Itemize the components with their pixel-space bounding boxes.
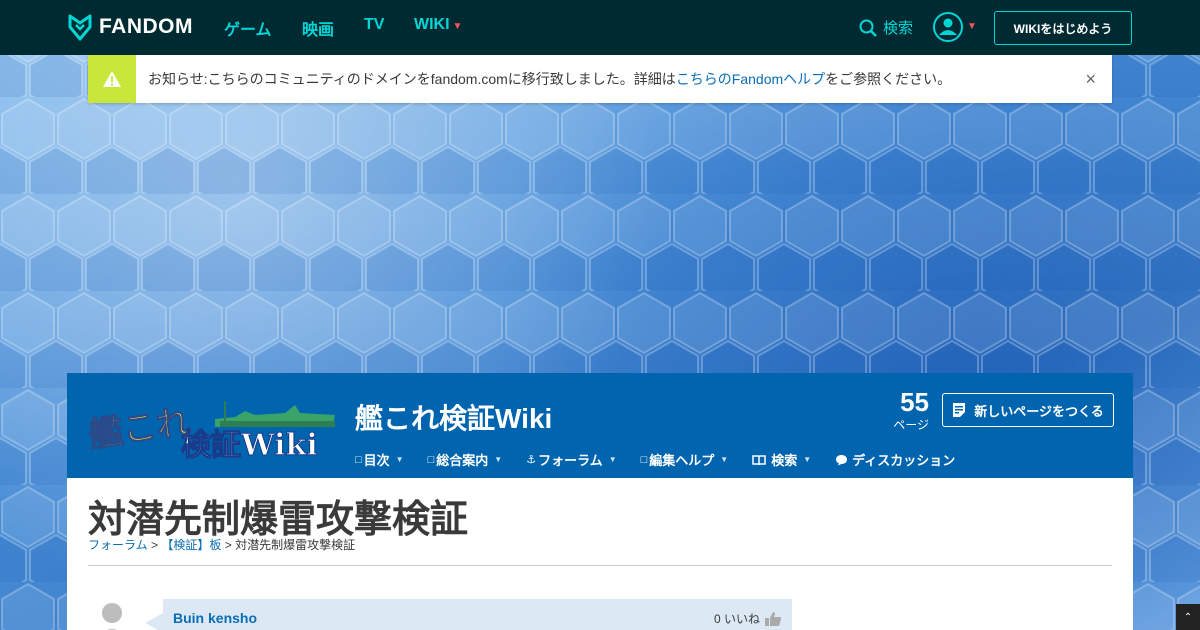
breadcrumb-separator: > bbox=[224, 538, 232, 552]
box-icon: □ bbox=[640, 453, 648, 466]
wiki-nav-edit-help-label: 編集ヘルプ bbox=[649, 453, 715, 468]
wiki-nav-search-label: 検索 bbox=[771, 453, 798, 468]
book-icon bbox=[752, 454, 766, 465]
chevron-down-icon: ▼ bbox=[803, 455, 812, 464]
wiki-nav-guide[interactable]: □ 総合案内 ▼ bbox=[428, 450, 503, 469]
wiki-nav-guide-label: 総合案内 bbox=[436, 453, 489, 468]
user-icon bbox=[939, 18, 957, 35]
wiki-local-nav: □ 目次 ▼ □ 総合案内 ▼ ⚓ フォーラム ▼ □ 編集ヘルプ ▼ 検索 ▼ bbox=[355, 450, 979, 469]
chevron-down-icon: ▼ bbox=[452, 21, 463, 32]
box-icon: □ bbox=[355, 453, 362, 466]
wiki-nav-discussions-label: ディスカッション bbox=[852, 453, 956, 468]
wiki-nav-search[interactable]: 検索 ▼ bbox=[752, 450, 811, 469]
anchor-icon: ⚓ bbox=[526, 454, 537, 466]
fandom-wordmark: FANDOM bbox=[99, 15, 193, 38]
nav-movies[interactable]: 映画 bbox=[302, 16, 334, 40]
wiki-nav-toc-label: 目次 bbox=[363, 453, 390, 468]
domain-notice-banner: お知らせ:こちらのコミュニティのドメインをfandom.comに移行致しました。… bbox=[88, 55, 1112, 103]
new-page-icon bbox=[953, 403, 966, 417]
user-avatar-button[interactable] bbox=[933, 12, 963, 42]
search-label: 検索 bbox=[883, 20, 914, 37]
wiki-header: 艦これ 検証Wiki 艦これ検証Wiki 55 ページ 新しいページをつくる □… bbox=[67, 373, 1133, 478]
chevron-down-icon: ▼ bbox=[494, 455, 503, 464]
notice-text: お知らせ:こちらのコミュニティのドメインをfandom.comに移行致しました。… bbox=[148, 69, 951, 89]
chevron-up-icon: ⌃ bbox=[1183, 611, 1193, 623]
chevron-down-icon: ▼ bbox=[395, 455, 404, 464]
box-icon: □ bbox=[427, 453, 435, 466]
breadcrumb: フォーラム > 【検証】板 > 対潜先制爆雷攻撃検証 bbox=[88, 536, 355, 553]
wiki-nav-edit-help[interactable]: □ 編集ヘルプ ▼ bbox=[641, 450, 729, 469]
avatar[interactable] bbox=[91, 599, 133, 630]
wiki-nav-discussions[interactable]: ディスカッション bbox=[835, 450, 955, 469]
new-page-button[interactable]: 新しいページをつくる bbox=[942, 393, 1114, 427]
close-icon[interactable]: × bbox=[1085, 69, 1096, 90]
wiki-nav-toc[interactable]: □ 目次 ▼ bbox=[355, 450, 404, 469]
divider bbox=[88, 565, 1112, 566]
breadcrumb-board-link[interactable]: 【検証】板 bbox=[161, 538, 221, 552]
nav-tv[interactable]: TV bbox=[364, 16, 384, 34]
search-icon bbox=[859, 19, 877, 37]
notice-text-after: をご参照ください。 bbox=[825, 71, 952, 87]
post-author-link[interactable]: Buin kensho bbox=[173, 610, 257, 626]
wiki-nav-forum[interactable]: ⚓ フォーラム ▼ bbox=[526, 450, 616, 469]
chevron-down-icon[interactable]: ▼ bbox=[967, 21, 977, 32]
nav-wiki[interactable]: WIKI ▼ bbox=[414, 16, 462, 34]
breadcrumb-current: 対潜先制爆雷攻撃検証 bbox=[235, 538, 356, 552]
notice-icon-box bbox=[88, 55, 136, 103]
breadcrumb-separator: > bbox=[150, 538, 158, 552]
page-title: 対潜先制爆雷攻撃検証 bbox=[88, 499, 469, 541]
likes-count: 0 いいね bbox=[713, 612, 760, 626]
page-counter: 55 ページ bbox=[889, 387, 929, 433]
warning-icon bbox=[103, 71, 121, 87]
wiki-title[interactable]: 艦これ検証Wiki bbox=[355, 397, 552, 437]
notice-help-link[interactable]: こちらのFandomヘルプ bbox=[676, 71, 825, 87]
search-button[interactable]: 検索 bbox=[859, 17, 913, 38]
wiki-logo[interactable]: 艦これ 検証Wiki bbox=[85, 391, 337, 461]
scroll-to-top-button[interactable]: ⌃ bbox=[1176, 604, 1200, 630]
chevron-down-icon: ▼ bbox=[720, 455, 729, 464]
thumbs-up-icon[interactable] bbox=[764, 611, 782, 627]
nav-wiki-label: WIKI bbox=[414, 16, 450, 33]
fandom-global-nav: FANDOM ゲーム 映画 TV WIKI ▼ 検索 ▼ WIKIをはじめよう bbox=[0, 0, 1200, 55]
page-count-number: 55 bbox=[900, 387, 929, 417]
breadcrumb-forum-link[interactable]: フォーラム bbox=[88, 538, 148, 552]
chevron-down-icon: ▼ bbox=[608, 455, 617, 464]
wiki-logo-text-bottom: 検証Wiki bbox=[181, 428, 318, 461]
page-content: 対潜先制爆雷攻撃検証 フォーラム > 【検証】板 > 対潜先制爆雷攻撃検証 Bu… bbox=[67, 478, 1133, 630]
speech-bubble-icon bbox=[836, 454, 848, 465]
forum-post: Buin kensho 0 いいね bbox=[163, 599, 792, 630]
start-wiki-button[interactable]: WIKIをはじめよう bbox=[994, 11, 1132, 45]
post-likes: 0 いいね bbox=[714, 610, 782, 627]
post-box-arrow bbox=[145, 613, 163, 630]
fandom-heart-icon bbox=[68, 14, 92, 41]
wiki-nav-forum-label: フォーラム bbox=[538, 453, 603, 468]
notice-text-before: お知らせ:こちらのコミュニティのドメインをfandom.comに移行致しました。… bbox=[148, 71, 676, 87]
fandom-logo[interactable]: FANDOM bbox=[67, 13, 193, 41]
nav-games[interactable]: ゲーム bbox=[224, 16, 272, 40]
new-page-label: 新しいページをつくる bbox=[974, 403, 1104, 419]
page-count-label: ページ bbox=[893, 418, 929, 432]
